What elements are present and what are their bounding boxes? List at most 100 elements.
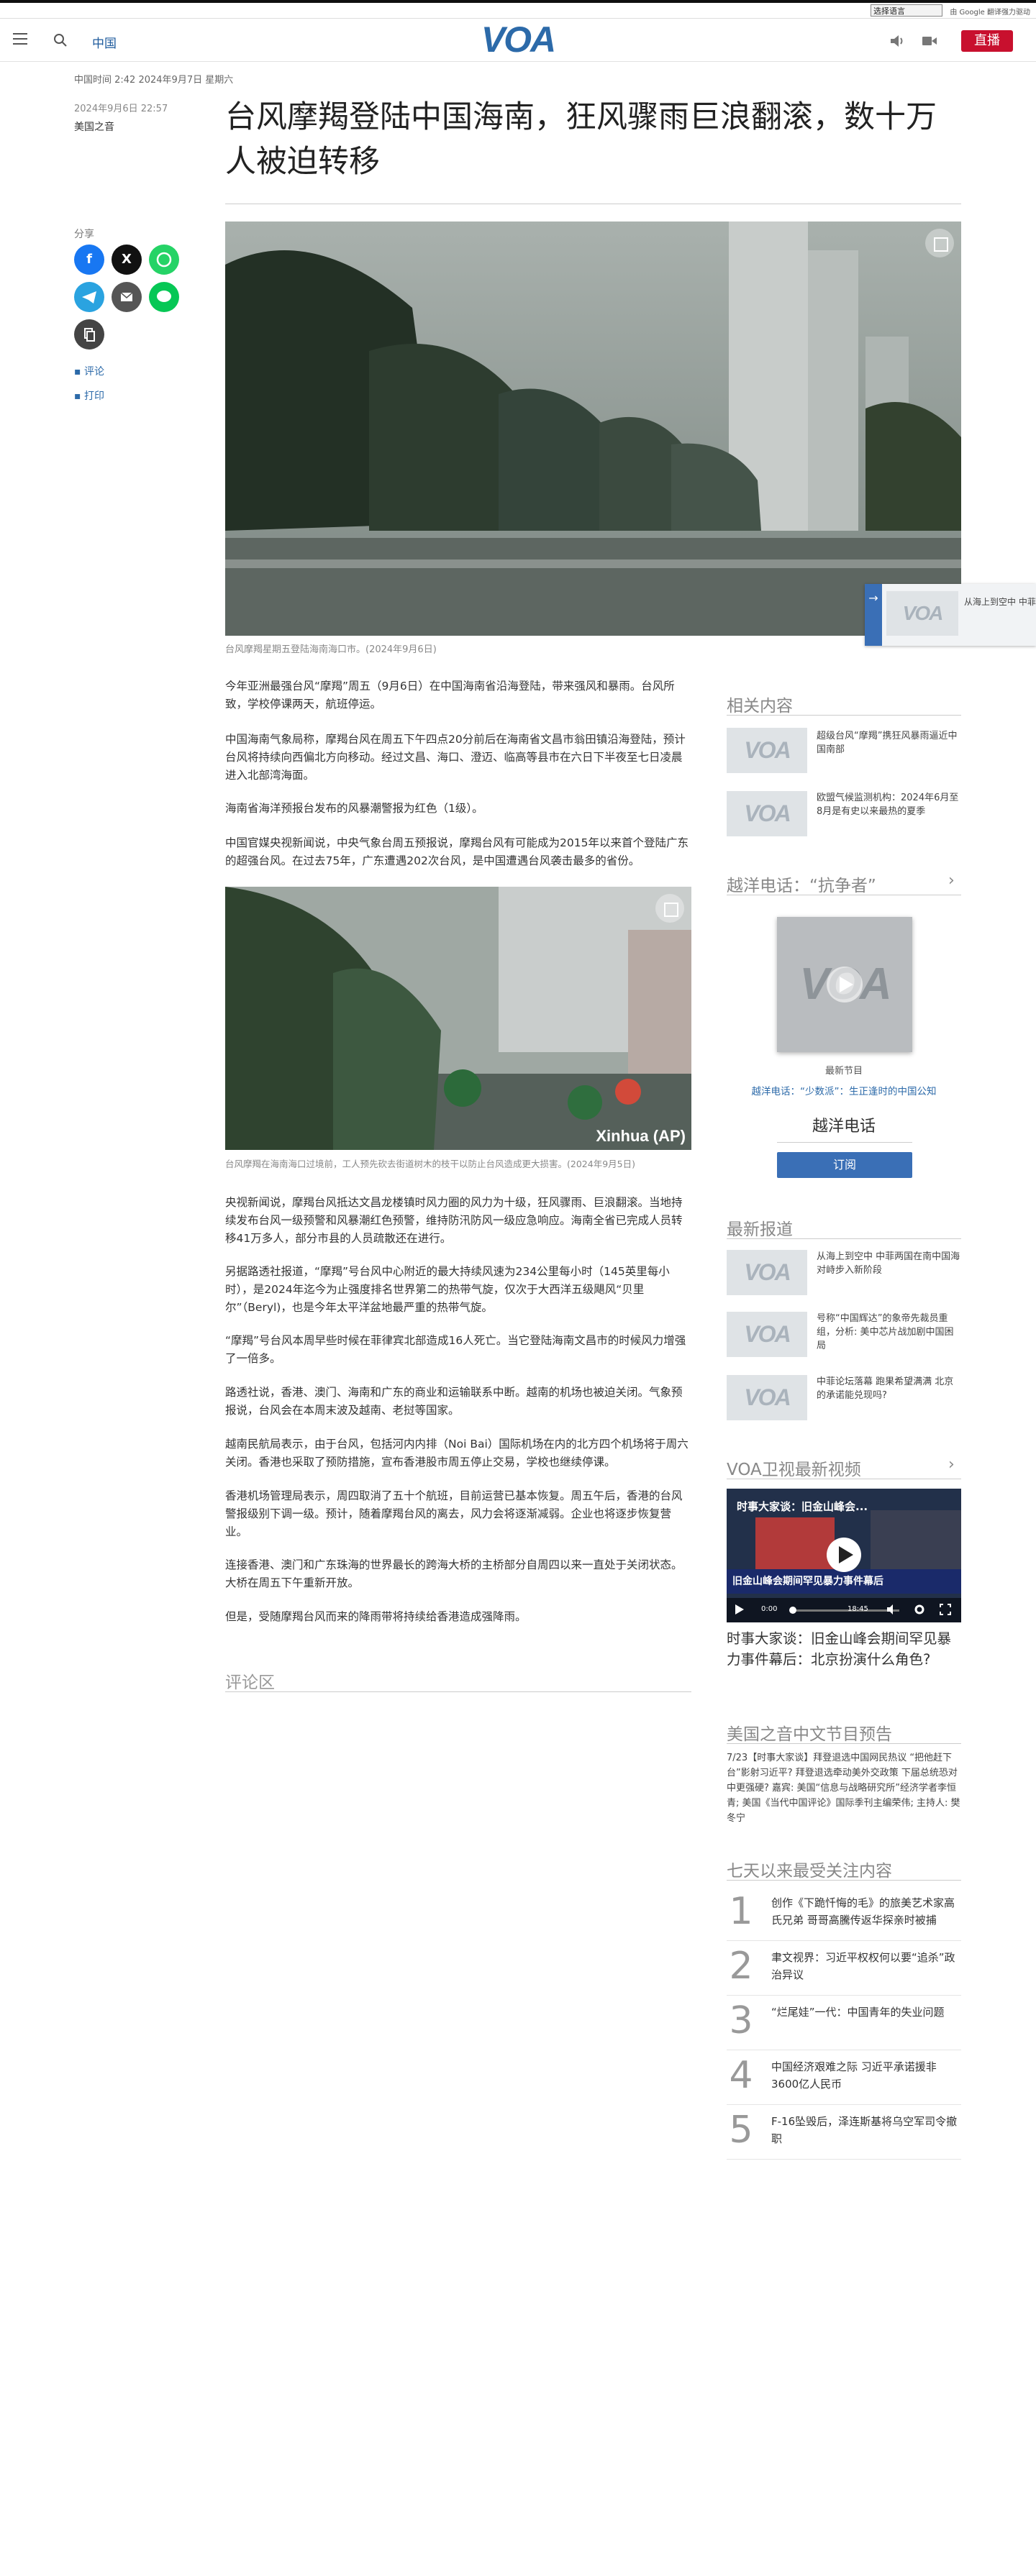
telegram-share-icon[interactable] [74, 282, 104, 312]
popular-link[interactable]: 聿文视界：习近平权权何以要“追杀”政治异议 [771, 1949, 960, 1983]
floating-article-title: 从海上到空中 中菲两国在南中国海对峙步入新阶段 [964, 597, 1036, 607]
popular-rank-number: 1 [729, 1890, 753, 1933]
popular-link[interactable]: “烂尾娃”一代：中国青年的失业问题 [771, 2004, 960, 2021]
popular-link[interactable]: 中国经济艰难之际 习近平承诺援非3600亿人民币 [771, 2058, 960, 2093]
popular-divider [727, 1940, 961, 1941]
popular-link[interactable]: 创作《下跪忏悔的毛》的旅美艺术家高氏兄弟 哥哥高騰传返华探亲时被捕 [771, 1894, 960, 1929]
latest-heading: 最新报道 [727, 1220, 793, 1239]
video-total-time: 18:45 [848, 1605, 868, 1613]
play-icon[interactable] [734, 1603, 745, 1616]
article-paragraph: 但是，受随摩羯台风而来的降雨带将持续给香港造成强降雨。 [225, 1610, 527, 1623]
menu-icon[interactable] [13, 33, 27, 45]
expand-icon[interactable] [925, 229, 954, 257]
article-paragraph: 路透社说，香港、澳门、海南和广东的商业和运输联系中断。越南的机场也被迫关闭。气象… [225, 1386, 683, 1417]
voa-logo[interactable]: VOA [478, 22, 558, 58]
video-current-time: 0:00 [761, 1605, 778, 1613]
hero-caption: 台风摩羯星期五登陆海南海口市。(2024年9月6日) [225, 644, 437, 655]
voa-logo-icon: VOA [744, 1384, 791, 1410]
region-link[interactable]: 中国 [92, 33, 117, 51]
related-thumbnail[interactable]: VOA [727, 728, 807, 773]
hero-image [225, 221, 961, 636]
translate-bar: 选择语言 由 Google 翻译强力驱动 [0, 3, 1036, 19]
popular-rank-number: 2 [729, 1945, 753, 1988]
related-link[interactable]: 超级台风“摩羯”携狂风暴雨逼近中国南部 [817, 729, 960, 757]
popular-heading: 七天以来最受关注内容 [727, 1862, 892, 1881]
podcast-play-icon[interactable] [827, 967, 863, 1002]
arrow-right-icon[interactable]: → [865, 584, 882, 646]
popular-divider [727, 1995, 961, 1996]
copy-link-icon[interactable] [74, 319, 104, 350]
article-paragraph: 海南省海洋预报台发布的风暴潮警报为红色（1级）。 [225, 802, 483, 815]
latest-episode-label: 最新节目 [824, 1066, 863, 1077]
live-button[interactable]: 直播 [961, 30, 1013, 52]
comments-heading: 评论区 [225, 1673, 275, 1692]
print-link[interactable]: ▪ 打印 [74, 388, 104, 403]
latest-link[interactable]: 从海上到空中 中菲两国在南中国海对峙步入新阶段 [817, 1250, 960, 1277]
article-paragraph: 连接香港、澳门和广东珠海的世界最长的跨海大桥的主桥部分自周四以来一直处于关闭状态… [225, 1558, 683, 1589]
latest-episode-link[interactable]: 越洋电话：“少数派”：生正逢时的中国公知 [727, 1083, 961, 1097]
video-heading[interactable]: VOA卫视最新视频 [727, 1456, 861, 1480]
line-share-icon[interactable] [149, 282, 179, 312]
comments-divider [225, 1691, 691, 1692]
inline-image: Xinhua (AP) [225, 887, 691, 1150]
popular-divider [727, 2159, 961, 2160]
article-paragraph: 越南民航局表示，由于台风，包括河内内排（Noi Bai）国际机场在内的北方四个机… [225, 1438, 689, 1469]
popular-rank-number: 5 [729, 2109, 753, 2152]
latest-thumbnail[interactable]: VOA [727, 1375, 807, 1420]
popular-rank-number: 3 [729, 1999, 753, 2042]
share-label: 分享 [74, 229, 94, 240]
language-select[interactable]: 选择语言 [871, 4, 942, 17]
related-thumbnail[interactable]: VOA [727, 791, 807, 836]
popular-divider [727, 1880, 961, 1881]
floating-next-article[interactable]: → VOA 从海上到空中 中菲两国在南中国海对峙步入新阶段 [865, 584, 1036, 646]
inline-image-caption: 台风摩羯在海南海口过境前，工人预先砍去街道树木的枝干以防止台风造成更大损害。(2… [225, 1159, 635, 1169]
chevron-right-icon[interactable]: › [948, 872, 955, 890]
translate-note: 由 Google 翻译强力驱动 [950, 9, 1030, 17]
video-banner-text: 旧金山峰会期间罕见暴力事件幕后 [732, 1576, 883, 1587]
popular-divider [727, 2104, 961, 2105]
expand-icon[interactable] [655, 894, 684, 923]
publish-date: 2024年9月6日 22:57 [74, 104, 168, 114]
image-credit: Xinhua (AP) [596, 1127, 686, 1145]
article-paragraph: 央视新闻说，摩羯台风抵达文昌龙楼镇时风力圈的风力为十级，狂风骤雨、巨浪翻滚。当地… [225, 1196, 683, 1245]
schedule-divider [727, 1743, 961, 1744]
latest-link[interactable]: 号称“中国辉达”的象帝先裁员重组，分析: 美中芯片战加剧中国困局 [817, 1312, 960, 1353]
email-share-icon[interactable] [112, 282, 142, 312]
settings-gear-icon[interactable] [914, 1604, 925, 1615]
article-paragraph: 香港机场管理局表示，周四取消了五十个航班，目前运营已基本恢复。周五午后，香港的台… [225, 1489, 683, 1538]
video-icon[interactable] [921, 35, 938, 47]
comment-link[interactable]: ▪ 评论 [74, 364, 104, 378]
related-link[interactable]: 欧盟气候监测机构：2024年6月至8月是有史以来最热的夏季 [817, 791, 960, 818]
latest-link[interactable]: 中菲论坛落幕 跑果希望满满 北京的承诺能兑现吗? [817, 1375, 960, 1402]
whatsapp-share-icon[interactable] [149, 245, 179, 275]
voa-logo-icon: VOA [886, 591, 958, 636]
podcast-heading[interactable]: 越洋电话：“抗争者” [727, 872, 876, 896]
podcast-name: 越洋电话 [812, 1118, 876, 1136]
article-paragraph: 今年亚洲最强台风“摩羯”周五（9月6日）在中国海南省沿海登陆，带来强风和暴雨。台… [225, 680, 675, 711]
facebook-share-icon[interactable]: f [74, 245, 104, 275]
article-paragraph: 中国海南气象局称，摩羯台风在周五下午四点20分前后在海南省文昌市翁田镇沿海登陆，… [225, 733, 686, 782]
related-divider [727, 715, 961, 716]
video-overlay-title: 时事大家谈：旧金山峰会... [737, 1500, 868, 1513]
schedule-text: 7/23【时事大家谈】拜登退选中国网民热议 “把他赶下台”影射习近平? 拜登退选… [727, 1753, 960, 1824]
popular-rank-number: 4 [729, 2054, 753, 2097]
comment-icon: ▪ [74, 366, 84, 378]
audio-icon[interactable] [889, 35, 906, 47]
popular-link[interactable]: F-16坠毁后，泽连斯基将乌空军司令撤职 [771, 2113, 960, 2147]
fullscreen-icon[interactable] [940, 1604, 951, 1615]
latest-thumbnail[interactable]: VOA [727, 1312, 807, 1357]
search-icon[interactable] [53, 33, 68, 47]
subscribe-button[interactable]: 订阅 [777, 1152, 912, 1178]
volume-icon[interactable] [886, 1604, 898, 1615]
latest-thumbnail[interactable]: VOA [727, 1250, 807, 1295]
voa-logo-icon: VOA [744, 1321, 791, 1347]
video-player[interactable]: 时事大家谈：旧金山峰会... 旧金山峰会期间罕见暴力事件幕后 0:00 18:4… [727, 1489, 961, 1622]
video-title-link[interactable]: 时事大家谈：旧金山峰会期间罕见暴力事件幕后：北京扮演什么角色? [727, 1628, 961, 1670]
related-heading: 相关内容 [727, 697, 793, 716]
voa-logo-icon: VOA [744, 800, 791, 826]
voa-logo-icon: VOA [744, 1259, 791, 1285]
article-paragraph: 中国官媒央视新闻说，中央气象台周五预报说，摩羯台风有可能成为2015年以来首个登… [225, 836, 689, 867]
x-share-icon[interactable]: X [112, 245, 142, 275]
chevron-right-icon[interactable]: › [948, 1456, 955, 1474]
print-icon: ▪ [74, 390, 84, 402]
